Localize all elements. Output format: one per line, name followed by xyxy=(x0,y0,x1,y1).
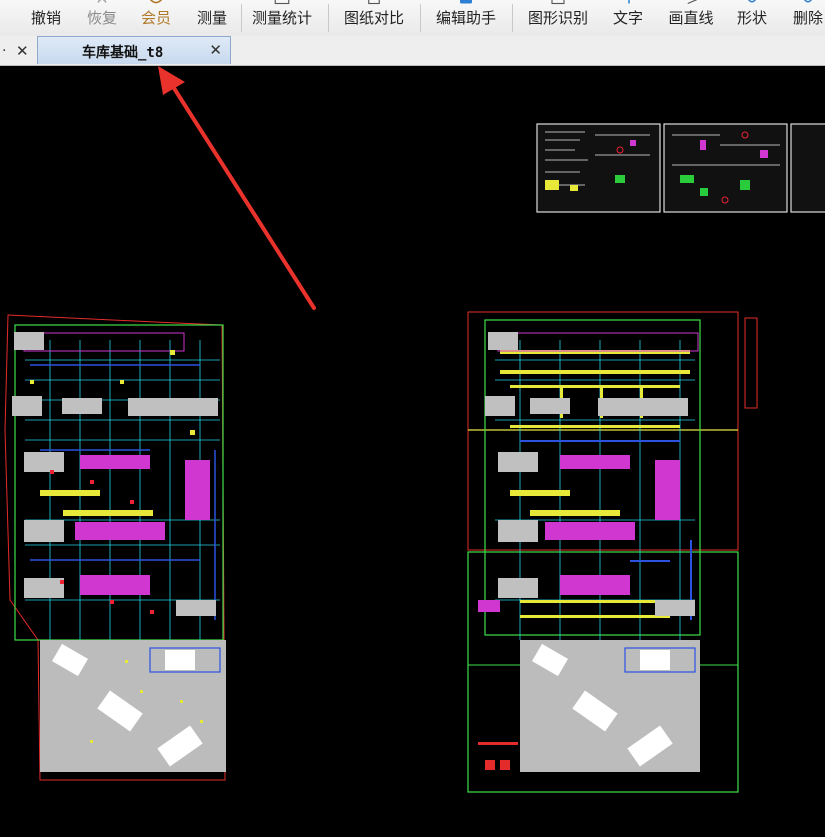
close-icon[interactable]: ✕ xyxy=(16,42,29,60)
close-icon[interactable]: ✕ xyxy=(209,41,222,59)
delete-label: 删除 xyxy=(792,9,823,27)
drawing-canvas[interactable] xyxy=(0,66,825,837)
measure-button[interactable]: 测量 xyxy=(190,0,234,36)
text-button[interactable]: 文字 xyxy=(606,0,650,36)
toolbar-divider xyxy=(420,4,421,32)
delete-button[interactable]: 删除 xyxy=(786,0,825,36)
shape-recognition-button[interactable]: 图形识别 xyxy=(522,0,594,36)
tab-active-drawing[interactable]: 车库基础_t8 ✕ xyxy=(37,36,231,64)
shape-icon xyxy=(747,0,757,3)
document-tab-bar: · ✕ 车库基础_t8 ✕ xyxy=(0,36,825,66)
previous-tab[interactable]: · ✕ xyxy=(0,36,36,65)
draw-line-button[interactable]: 画直线 xyxy=(662,0,720,36)
main-toolbar: 撤销 恢复 会员 测量 测量统计 图纸对比 编辑助手 图形识别 文字 画直线 形… xyxy=(0,0,825,37)
shape-label: 形状 xyxy=(736,9,767,27)
redo-label: 恢复 xyxy=(86,9,117,27)
text-label: 文字 xyxy=(612,9,643,27)
draw-line-icon xyxy=(687,0,698,5)
previous-tab-label: · xyxy=(2,42,7,59)
toolbar-divider xyxy=(512,4,513,32)
member-label: 会员 xyxy=(140,9,171,27)
drawing-compare-label: 图纸对比 xyxy=(343,9,404,27)
measure-stats-icon xyxy=(274,0,290,5)
measure-label: 测量 xyxy=(196,9,227,27)
shape-recognition-label: 图形识别 xyxy=(527,9,588,27)
edit-helper-button[interactable]: 编辑助手 xyxy=(430,0,502,36)
undo-label: 撤销 xyxy=(30,9,61,27)
active-tab-label: 车库基础_t8 xyxy=(82,45,164,61)
undo-icon xyxy=(34,0,42,1)
annotation-arrow xyxy=(158,66,316,310)
shape-button[interactable]: 形状 xyxy=(730,0,774,36)
toolbar-divider xyxy=(328,4,329,32)
right-floor-plan xyxy=(467,311,758,793)
shape-recognition-icon xyxy=(551,0,565,5)
cad-drawing-view xyxy=(4,66,825,793)
draw-line-label: 画直线 xyxy=(668,9,714,27)
sheet-thumbnails xyxy=(536,123,825,213)
edit-helper-label: 编辑助手 xyxy=(435,9,496,27)
toolbar-divider xyxy=(241,4,242,32)
edit-helper-icon xyxy=(460,0,472,4)
redo-icon xyxy=(97,0,107,3)
left-floor-plan xyxy=(4,314,226,781)
undo-button[interactable]: 撤销 xyxy=(24,0,68,36)
member-icon xyxy=(149,0,163,4)
text-icon xyxy=(628,0,630,4)
drawing-compare-icon xyxy=(368,0,380,5)
member-button[interactable]: 会员 xyxy=(134,0,178,36)
redo-button[interactable]: 恢复 xyxy=(80,0,124,36)
delete-icon xyxy=(803,0,813,3)
measure-stats-button[interactable]: 测量统计 xyxy=(248,0,316,36)
drawing-compare-button[interactable]: 图纸对比 xyxy=(338,0,410,36)
measure-stats-label: 测量统计 xyxy=(251,9,312,27)
